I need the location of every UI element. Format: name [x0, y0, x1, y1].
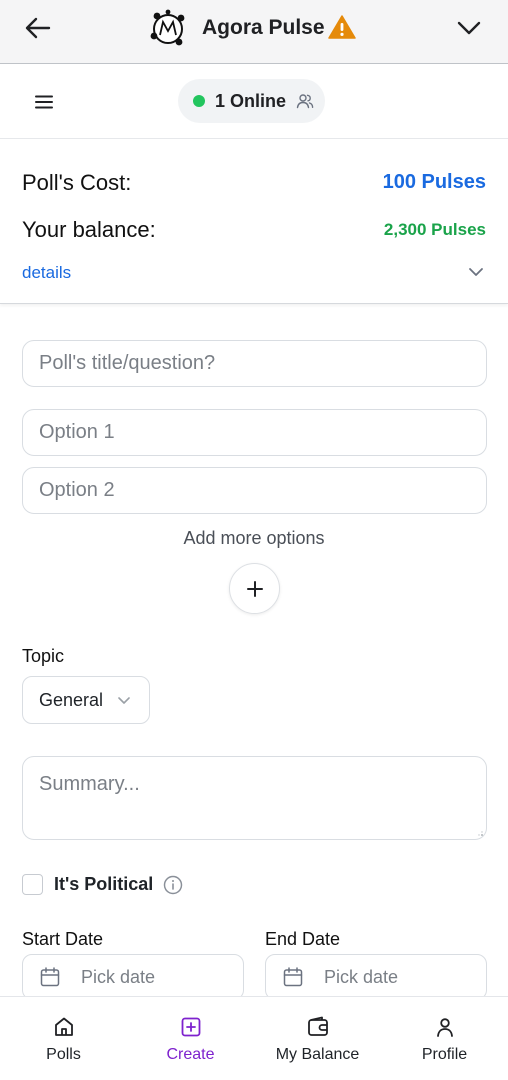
online-users-pill[interactable]: 1 Online — [178, 79, 325, 123]
end-date-picker[interactable]: Pick date — [265, 954, 487, 1000]
political-row: It's Political — [22, 874, 183, 895]
nav-create[interactable]: Create — [127, 997, 254, 1080]
end-date-placeholder: Pick date — [324, 966, 399, 987]
topic-select[interactable]: General — [22, 676, 150, 724]
poll-cost-value: 100 Pulses — [382, 171, 486, 193]
nav-my-balance-label: My Balance — [275, 1046, 360, 1063]
balance-value: 2,300 Pulses — [383, 220, 486, 239]
topic-value: General — [39, 689, 104, 710]
nav-polls[interactable]: Polls — [0, 997, 127, 1080]
users-icon — [296, 94, 314, 109]
poll-cost-card: Poll's Cost: 100 Pulses Your balance: 2,… — [0, 140, 508, 304]
option-1-input[interactable]: Option 1 — [22, 409, 487, 456]
hamburger-icon — [35, 95, 53, 109]
menu-button[interactable] — [30, 89, 58, 115]
start-date-picker[interactable]: Pick date — [22, 954, 244, 1000]
status-bar: 1 Online — [0, 65, 508, 139]
political-checkbox[interactable] — [22, 874, 43, 895]
nav-polls-label: Polls — [46, 1046, 81, 1063]
start-date-label: Start Date — [22, 929, 104, 949]
nav-profile-label: Profile — [421, 1046, 468, 1063]
plus-icon — [246, 580, 263, 597]
details-toggle[interactable] — [466, 262, 486, 282]
home-icon — [54, 1017, 73, 1036]
chevron-down-icon — [117, 693, 131, 707]
app-title: Agora Pulse — [202, 16, 325, 39]
online-count: 1 Online — [215, 90, 287, 111]
nav-create-label: Create — [166, 1046, 215, 1063]
summary-textarea[interactable]: Summary... — [22, 756, 487, 840]
online-status-dot — [193, 95, 205, 107]
chevron-down-icon — [457, 21, 481, 35]
warning-icon[interactable] — [328, 14, 356, 40]
app-logo — [148, 9, 188, 49]
nav-my-balance[interactable]: My Balance — [254, 997, 381, 1080]
end-date-label: End Date — [265, 929, 341, 949]
summary-placeholder: Summary... — [39, 773, 140, 795]
calendar-icon — [40, 967, 60, 987]
header-expand-button[interactable] — [454, 14, 484, 42]
chevron-down-icon — [469, 268, 483, 276]
political-label: It's Political — [54, 874, 154, 894]
wallet-icon — [307, 1016, 328, 1036]
app-header: Agora Pulse — [0, 0, 508, 64]
option-2-input[interactable]: Option 2 — [22, 467, 487, 514]
poll-title-input[interactable]: Poll's title/question? — [22, 340, 487, 387]
balance-label: Your balance: — [22, 217, 156, 242]
plus-square-icon — [181, 1017, 200, 1037]
topic-label: Topic — [22, 646, 65, 666]
resize-handle-icon[interactable] — [477, 830, 483, 836]
add-option-button[interactable] — [229, 563, 280, 614]
arrow-left-icon — [25, 17, 51, 39]
add-more-options-label: Add more options — [183, 528, 325, 548]
bottom-navigation: Polls Create My Balance Profile — [0, 996, 508, 1080]
calendar-icon — [283, 967, 303, 987]
user-icon — [436, 1018, 453, 1037]
info-icon[interactable] — [163, 875, 183, 895]
nav-profile[interactable]: Profile — [381, 997, 508, 1080]
start-date-placeholder: Pick date — [81, 966, 156, 987]
poll-cost-label: Poll's Cost: — [22, 170, 132, 195]
back-button[interactable] — [22, 12, 54, 44]
details-link[interactable]: details — [22, 263, 71, 283]
